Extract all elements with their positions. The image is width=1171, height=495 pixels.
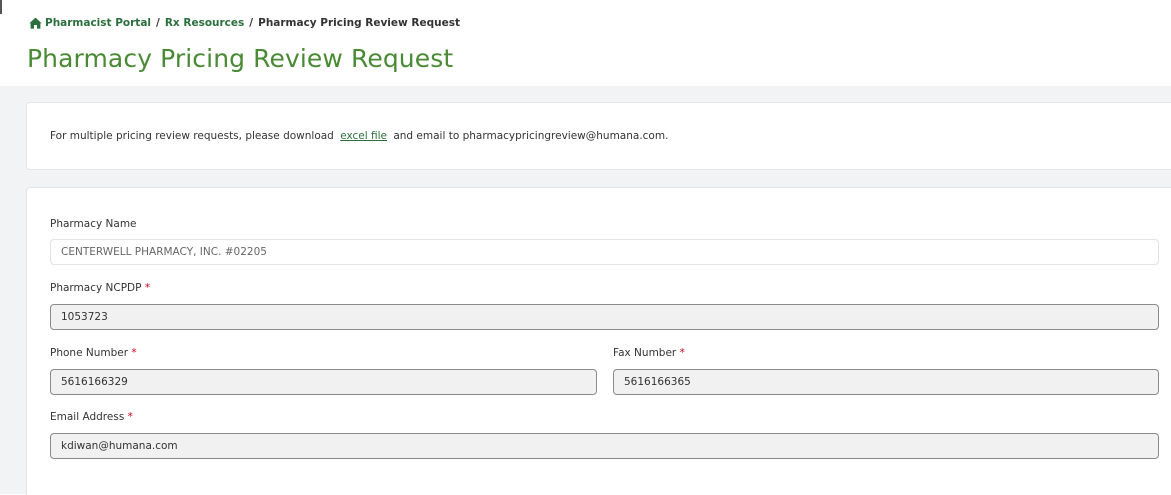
breadcrumb-separator: / bbox=[249, 17, 254, 29]
required-asterisk: * bbox=[131, 347, 137, 359]
excel-file-link[interactable]: excel file bbox=[340, 130, 387, 142]
breadcrumb-link-rx-resources[interactable]: Rx Resources bbox=[165, 17, 244, 29]
info-message: For multiple pricing review requests, pl… bbox=[50, 130, 668, 142]
info-text-before: For multiple pricing review requests, pl… bbox=[50, 130, 334, 142]
phone-number-label-text: Phone Number bbox=[50, 347, 129, 359]
pharmacy-name-label: Pharmacy Name bbox=[50, 218, 137, 230]
home-icon[interactable] bbox=[29, 17, 42, 29]
required-asterisk: * bbox=[679, 347, 685, 359]
required-asterisk: * bbox=[127, 411, 133, 423]
info-text-after: and email to pharmacypricingreview@human… bbox=[393, 130, 669, 142]
breadcrumb-separator: / bbox=[156, 17, 160, 29]
info-card: For multiple pricing review requests, pl… bbox=[26, 102, 1171, 170]
pharmacy-ncpdp-label: Pharmacy NCPDP * bbox=[50, 282, 150, 294]
required-asterisk: * bbox=[144, 282, 151, 294]
breadcrumb: Pharmacist Portal / Rx Resources / Pharm… bbox=[29, 15, 460, 31]
fax-number-label: Fax Number * bbox=[613, 347, 685, 359]
breadcrumb-link-pharmacist-portal[interactable]: Pharmacist Portal bbox=[45, 17, 151, 29]
request-form-card: Pharmacy Name CENTERWELL PHARMACY, INC. … bbox=[26, 187, 1171, 495]
fax-number-label-text: Fax Number bbox=[613, 347, 677, 359]
email-address-field[interactable]: kdiwan@humana.com bbox=[50, 433, 1159, 459]
fax-number-field[interactable]: 5616166365 bbox=[613, 369, 1159, 395]
email-address-label-text: Email Address bbox=[50, 411, 125, 423]
pharmacy-name-field[interactable]: CENTERWELL PHARMACY, INC. #02205 bbox=[50, 239, 1159, 265]
pharmacy-ncpdp-label-text: Pharmacy NCPDP bbox=[50, 282, 142, 294]
phone-number-field[interactable]: 5616166329 bbox=[50, 369, 597, 395]
page-title: Pharmacy Pricing Review Request bbox=[27, 44, 454, 73]
phone-number-label: Phone Number * bbox=[50, 347, 137, 359]
email-address-label: Email Address * bbox=[50, 411, 133, 423]
breadcrumb-current-page: Pharmacy Pricing Review Request bbox=[258, 17, 460, 29]
page-edge-marker bbox=[0, 0, 2, 14]
pharmacy-ncpdp-field[interactable]: 1053723 bbox=[50, 304, 1159, 330]
